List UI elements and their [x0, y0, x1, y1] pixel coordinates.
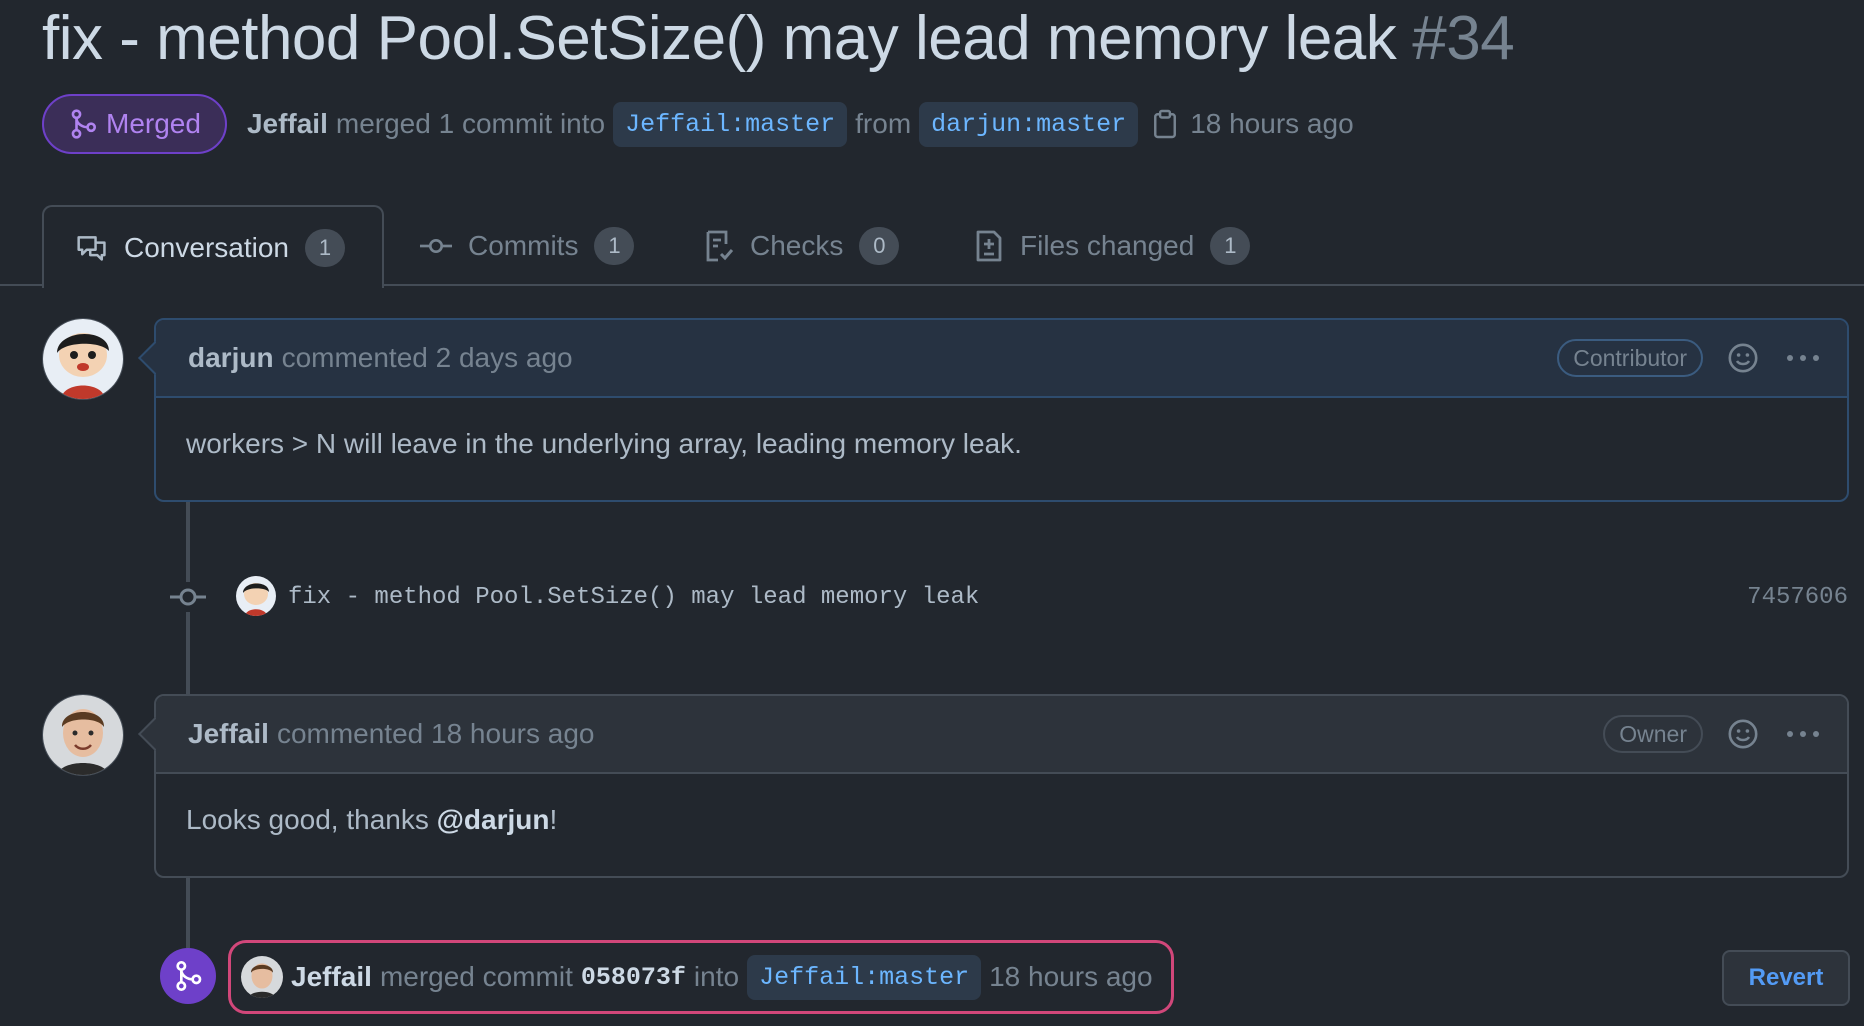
role-badge: Owner — [1603, 715, 1703, 753]
merge-event-text: merged commit — [379, 961, 573, 992]
comment-jeffail: Jeffail commented 18 hours ago Owner Loo… — [138, 694, 1849, 878]
comment-header: Jeffail commented 18 hours ago Owner — [156, 696, 1847, 774]
avatar-darjun[interactable] — [42, 318, 124, 400]
git-commit-icon — [420, 236, 452, 256]
tab-conversation-label: Conversation — [124, 231, 289, 263]
comment-discussion-icon — [76, 233, 108, 263]
tab-commits[interactable]: Commits 1 — [420, 205, 635, 286]
merged-state-badge: Merged — [42, 94, 227, 154]
merge-commit-sha[interactable]: 058073f — [581, 963, 686, 992]
comment-body-suffix: ! — [549, 804, 558, 835]
smiley-icon[interactable] — [1727, 718, 1759, 750]
merge-event-time[interactable]: 18 hours ago — [989, 961, 1152, 993]
merge-summary: merged 1 commit into — [335, 108, 606, 139]
commit-sha[interactable]: 7457606 — [1747, 570, 1848, 624]
git-merge-icon — [70, 109, 96, 139]
tab-commits-label: Commits — [468, 229, 579, 261]
from-text: from — [855, 108, 912, 139]
tab-commits-count: 1 — [594, 226, 635, 265]
comment-action[interactable]: commented 2 days ago — [282, 342, 573, 374]
tab-conversation-count: 1 — [304, 228, 345, 267]
commit-author-avatar[interactable] — [236, 576, 276, 616]
git-merge-icon — [160, 948, 216, 1004]
merge-branch-label[interactable]: Jeffail:master — [747, 954, 982, 1000]
commit-message[interactable]: fix - method Pool.SetSize() may lead mem… — [288, 570, 979, 624]
comment-header: darjun commented 2 days ago Contributor — [156, 320, 1847, 398]
copy-icon[interactable] — [1152, 109, 1178, 139]
role-badge: Contributor — [1557, 339, 1703, 377]
file-diff-icon — [974, 230, 1004, 262]
base-branch-label[interactable]: Jeffail:master — [613, 101, 848, 147]
pr-tabs: Conversation 1 Commits 1 Checks 0 Files … — [0, 205, 1864, 288]
git-commit-icon — [170, 582, 206, 612]
tab-conversation[interactable]: Conversation 1 — [42, 205, 384, 288]
comment-body-text: Looks good, thanks — [186, 804, 437, 835]
tab-checks-count: 0 — [859, 226, 900, 265]
tab-files-changed-label: Files changed — [1020, 229, 1195, 261]
comment-action[interactable]: commented 18 hours ago — [277, 718, 595, 750]
merge-time: 18 hours ago — [1190, 108, 1354, 139]
tab-checks[interactable]: Checks 0 — [704, 205, 900, 286]
smiley-icon[interactable] — [1727, 342, 1759, 374]
kebab-horizontal-icon[interactable] — [1785, 729, 1821, 739]
merge-actor-avatar[interactable] — [241, 956, 283, 998]
timeline-line — [186, 876, 190, 948]
comment-body: Looks good, thanks @darjun! — [156, 774, 1847, 866]
revert-button[interactable]: Revert — [1722, 950, 1850, 1006]
kebab-horizontal-icon[interactable] — [1785, 353, 1821, 363]
tab-files-changed[interactable]: Files changed 1 — [974, 205, 1251, 286]
tab-checks-label: Checks — [750, 229, 844, 261]
commit-row: fix - method Pool.SetSize() may lead mem… — [0, 570, 1864, 624]
merge-event: Jeffail merged commit 058073f into Jeffa… — [228, 940, 1174, 1014]
comment-body: workers > N will leave in the underlying… — [186, 428, 1022, 459]
pr-number: #34 — [1412, 3, 1515, 73]
pr-meta: Merged Jeffail merged 1 commit into Jeff… — [42, 92, 1354, 156]
avatar-jeffail[interactable] — [42, 694, 124, 776]
pr-title-text: fix - method Pool.SetSize() may lead mem… — [42, 3, 1397, 73]
comment-author[interactable]: Jeffail — [188, 718, 269, 750]
head-branch-label[interactable]: darjun:master — [919, 101, 1139, 147]
comment-darjun: darjun commented 2 days ago Contributor … — [138, 318, 1849, 502]
user-mention[interactable]: @darjun — [437, 804, 550, 835]
tab-files-changed-count: 1 — [1210, 226, 1251, 265]
merge-into-text: into — [693, 961, 740, 992]
pr-title: fix - method Pool.SetSize() may lead mem… — [42, 0, 1515, 76]
comment-author[interactable]: darjun — [188, 342, 274, 374]
pr-author-link[interactable]: Jeffail — [247, 108, 328, 140]
merged-state-label: Merged — [106, 108, 201, 139]
checklist-icon — [704, 230, 734, 262]
merge-actor[interactable]: Jeffail — [291, 961, 372, 993]
